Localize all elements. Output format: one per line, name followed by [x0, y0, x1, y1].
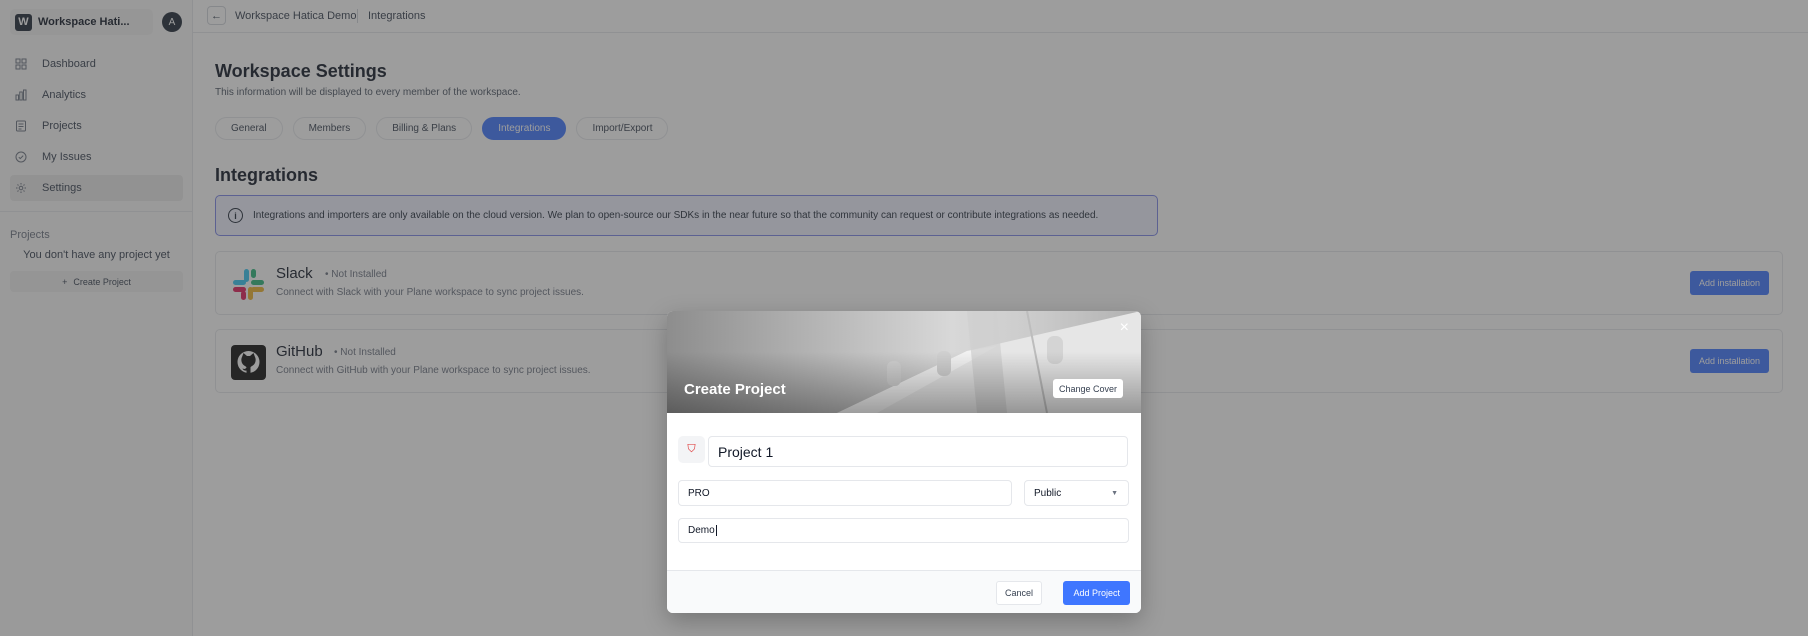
close-icon[interactable]: × — [1120, 319, 1129, 337]
description-value: Demo — [688, 525, 715, 536]
create-project-modal: × Create Project Change Cover ⛉ Project … — [667, 311, 1141, 613]
project-name-input[interactable]: Project 1 — [708, 436, 1128, 467]
network-select[interactable]: Public ▼ — [1024, 480, 1129, 506]
project-description-input[interactable]: Demo — [678, 518, 1129, 543]
emoji-icon: ⛉ — [687, 443, 696, 455]
cancel-button[interactable]: Cancel — [995, 581, 1042, 605]
modal-footer: Cancel Add Project — [667, 570, 1141, 613]
add-project-button[interactable]: Add Project — [1063, 581, 1130, 605]
chevron-down-icon: ▼ — [1111, 489, 1118, 497]
network-value: Public — [1034, 487, 1062, 499]
change-cover-button[interactable]: Change Cover — [1052, 379, 1123, 398]
project-identifier-input[interactable]: PRO — [678, 480, 1012, 506]
project-emoji-picker[interactable]: ⛉ — [678, 436, 705, 463]
modal-title: Create Project — [684, 381, 786, 398]
text-cursor — [715, 525, 717, 536]
cover-image: × Create Project Change Cover — [667, 311, 1141, 413]
